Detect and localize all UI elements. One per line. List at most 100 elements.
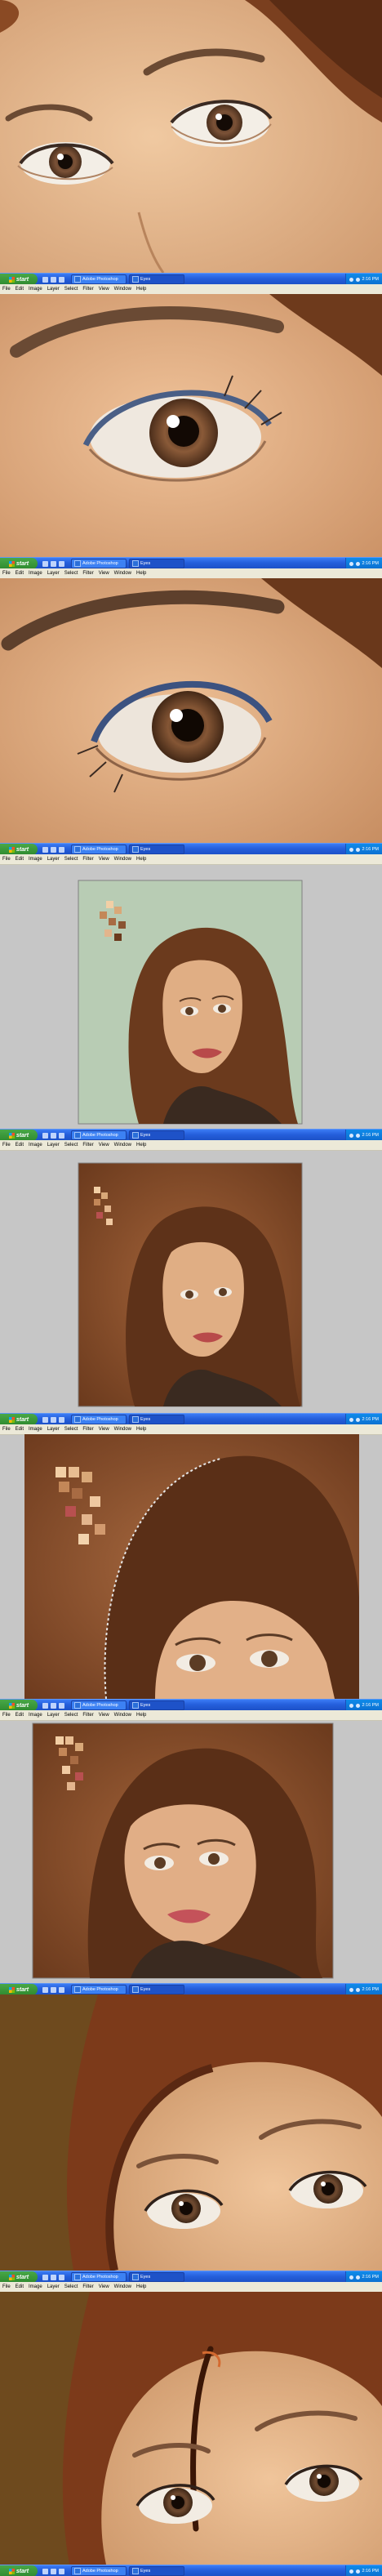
- start-button[interactable]: start: [0, 2565, 38, 2576]
- network-icon[interactable]: [349, 1987, 353, 1992]
- menu-file[interactable]: File: [0, 2283, 13, 2291]
- menu-file[interactable]: File: [0, 285, 13, 293]
- browser-icon[interactable]: [51, 1986, 56, 1993]
- folder-icon[interactable]: [59, 2568, 64, 2574]
- menu-select[interactable]: Select: [62, 1711, 81, 1719]
- volume-icon[interactable]: [355, 2569, 360, 2574]
- taskbar-item-eyes[interactable]: Eyes: [129, 1130, 184, 1140]
- taskbar-item-eyes[interactable]: Eyes: [129, 1700, 184, 1710]
- menu-file[interactable]: File: [0, 855, 13, 863]
- taskbar-item-eyes[interactable]: Eyes: [129, 2272, 184, 2282]
- menu-edit[interactable]: Edit: [13, 855, 26, 863]
- browser-icon[interactable]: [51, 1416, 56, 1423]
- browser-icon[interactable]: [51, 1132, 56, 1139]
- network-icon[interactable]: [349, 1417, 353, 1422]
- network-icon[interactable]: [349, 1133, 353, 1138]
- desktop-icon[interactable]: [42, 1416, 48, 1423]
- folder-icon[interactable]: [59, 276, 64, 283]
- folder-icon[interactable]: [59, 1986, 64, 1993]
- taskbar-item-photoshop[interactable]: Adobe Photoshop: [71, 1985, 127, 1994]
- menu-edit[interactable]: Edit: [13, 1425, 26, 1433]
- menu-select[interactable]: Select: [62, 1141, 81, 1149]
- menu-view[interactable]: View: [96, 1141, 112, 1149]
- folder-icon[interactable]: [59, 2274, 64, 2280]
- menu-help[interactable]: Help: [134, 855, 149, 863]
- taskbar-item-photoshop[interactable]: Adobe Photoshop: [71, 1415, 127, 1424]
- volume-icon[interactable]: [355, 847, 360, 852]
- desktop-icon[interactable]: [42, 1132, 48, 1139]
- menu-filter[interactable]: Filter: [80, 1425, 96, 1433]
- folder-icon[interactable]: [59, 1702, 64, 1709]
- desktop-icon[interactable]: [42, 560, 48, 567]
- desktop-icon[interactable]: [42, 1702, 48, 1709]
- folder-icon[interactable]: [59, 1132, 64, 1139]
- menu-layer[interactable]: Layer: [45, 2283, 62, 2291]
- menu-image[interactable]: Image: [26, 2283, 45, 2291]
- menu-filter[interactable]: Filter: [80, 285, 96, 293]
- menu-edit[interactable]: Edit: [13, 569, 26, 577]
- menu-window[interactable]: Window: [112, 2283, 134, 2291]
- volume-icon[interactable]: [355, 561, 360, 566]
- browser-icon[interactable]: [51, 1702, 56, 1709]
- menu-image[interactable]: Image: [26, 1425, 45, 1433]
- menu-layer[interactable]: Layer: [45, 1425, 62, 1433]
- network-icon[interactable]: [349, 1703, 353, 1708]
- menu-help[interactable]: Help: [134, 1425, 149, 1433]
- desktop-icon[interactable]: [42, 846, 48, 853]
- taskbar-item-photoshop[interactable]: Adobe Photoshop: [71, 2566, 127, 2576]
- menu-window[interactable]: Window: [112, 1425, 134, 1433]
- menu-file[interactable]: File: [0, 569, 13, 577]
- menu-edit[interactable]: Edit: [13, 2283, 26, 2291]
- menu-filter[interactable]: Filter: [80, 1711, 96, 1719]
- menu-view[interactable]: View: [96, 855, 112, 863]
- menu-window[interactable]: Window: [112, 569, 134, 577]
- menu-view[interactable]: View: [96, 285, 112, 293]
- taskbar-item-eyes[interactable]: Eyes: [129, 1415, 184, 1424]
- menu-view[interactable]: View: [96, 2283, 112, 2291]
- start-button[interactable]: start: [0, 1414, 38, 1424]
- menu-filter[interactable]: Filter: [80, 855, 96, 863]
- menu-help[interactable]: Help: [134, 569, 149, 577]
- folder-icon[interactable]: [59, 1416, 64, 1423]
- menu-image[interactable]: Image: [26, 569, 45, 577]
- taskbar-item-eyes[interactable]: Eyes: [129, 1985, 184, 1994]
- menu-layer[interactable]: Layer: [45, 285, 62, 293]
- desktop-icon[interactable]: [42, 276, 48, 283]
- network-icon[interactable]: [349, 2275, 353, 2280]
- menu-window[interactable]: Window: [112, 1141, 134, 1149]
- menu-help[interactable]: Help: [134, 2283, 149, 2291]
- start-button[interactable]: start: [0, 558, 38, 568]
- volume-icon[interactable]: [355, 1417, 360, 1422]
- menu-edit[interactable]: Edit: [13, 1711, 26, 1719]
- menu-layer[interactable]: Layer: [45, 1141, 62, 1149]
- start-button[interactable]: start: [0, 844, 38, 854]
- start-button[interactable]: start: [0, 2271, 38, 2282]
- menu-edit[interactable]: Edit: [13, 1141, 26, 1149]
- browser-icon[interactable]: [51, 2274, 56, 2280]
- volume-icon[interactable]: [355, 1133, 360, 1138]
- menu-help[interactable]: Help: [134, 1141, 149, 1149]
- taskbar-item-photoshop[interactable]: Adobe Photoshop: [71, 845, 127, 854]
- menu-window[interactable]: Window: [112, 855, 134, 863]
- menu-help[interactable]: Help: [134, 1711, 149, 1719]
- menu-file[interactable]: File: [0, 1425, 13, 1433]
- menu-filter[interactable]: Filter: [80, 1141, 96, 1149]
- taskbar-item-eyes[interactable]: Eyes: [129, 559, 184, 568]
- network-icon[interactable]: [349, 2569, 353, 2574]
- volume-icon[interactable]: [355, 277, 360, 282]
- network-icon[interactable]: [349, 847, 353, 852]
- taskbar-item-photoshop[interactable]: Adobe Photoshop: [71, 274, 127, 284]
- taskbar-item-photoshop[interactable]: Adobe Photoshop: [71, 2272, 127, 2282]
- menu-file[interactable]: File: [0, 1711, 13, 1719]
- menu-view[interactable]: View: [96, 1425, 112, 1433]
- start-button[interactable]: start: [0, 274, 38, 284]
- volume-icon[interactable]: [355, 2275, 360, 2280]
- taskbar-item-eyes[interactable]: Eyes: [129, 2566, 184, 2576]
- taskbar-item-photoshop[interactable]: Adobe Photoshop: [71, 1700, 127, 1710]
- start-button[interactable]: start: [0, 1700, 38, 1710]
- menu-filter[interactable]: Filter: [80, 569, 96, 577]
- browser-icon[interactable]: [51, 560, 56, 567]
- start-button[interactable]: start: [0, 1130, 38, 1140]
- menu-edit[interactable]: Edit: [13, 285, 26, 293]
- taskbar-item-eyes[interactable]: Eyes: [129, 274, 184, 284]
